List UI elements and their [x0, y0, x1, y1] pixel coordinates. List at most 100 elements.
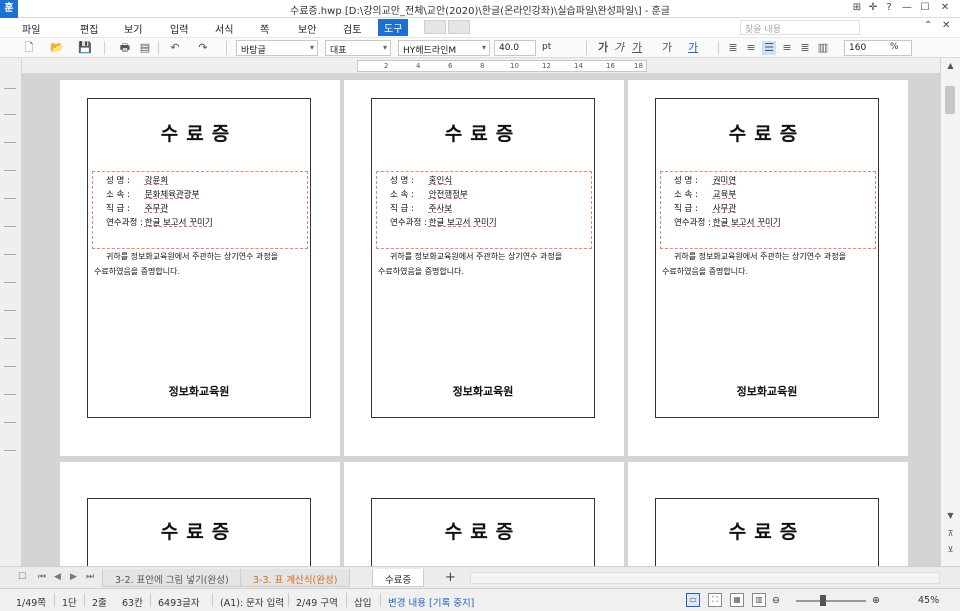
- horizontal-scrollbar[interactable]: [470, 572, 940, 584]
- redo-icon[interactable]: ↷: [196, 41, 210, 55]
- style-select[interactable]: 바탕글 ▾: [236, 40, 318, 56]
- menu-edit[interactable]: 편집: [80, 21, 98, 36]
- align-left-icon[interactable]: ≡: [744, 41, 758, 55]
- page-view-icon[interactable]: ▭: [686, 593, 700, 607]
- zoom-unit[interactable]: %: [890, 42, 899, 52]
- strikethrough-icon[interactable]: 가: [660, 41, 674, 55]
- page-5[interactable]: 수료증: [344, 462, 624, 566]
- menu-page[interactable]: 쪽: [260, 21, 269, 36]
- ruler-label: 16: [606, 62, 615, 70]
- zoom-slider[interactable]: [796, 600, 866, 602]
- align-right-icon[interactable]: ≡: [780, 41, 794, 55]
- page-6[interactable]: 수료증: [628, 462, 908, 566]
- window-title: 수료증.hwp [D:\강의교안_전체\교안(2020)\한글(온라인강좌)\실…: [290, 6, 670, 17]
- rank-label: 직 급 :: [674, 204, 698, 214]
- rank-label: 직 급 :: [390, 204, 414, 214]
- preview-icon[interactable]: ▤: [138, 41, 152, 55]
- maximize-button[interactable]: ☐: [918, 2, 932, 13]
- menu-table-tool-icon[interactable]: [448, 20, 470, 34]
- document-area[interactable]: 수료증 성 명 : 강윤희 소 속 : 문화체육관광부 직 급 : 주무관 연수…: [22, 74, 940, 566]
- dual-view-icon[interactable]: ▦: [730, 593, 744, 607]
- menu-review[interactable]: 검토: [343, 21, 361, 36]
- align-center-icon[interactable]: ☰: [762, 41, 776, 55]
- align-divide-icon[interactable]: ▥: [816, 41, 830, 55]
- page-2[interactable]: 수료증 성 명 : 홍인식 소 속 : 안전행정부 직 급 : 주사보 연수과정…: [344, 80, 624, 456]
- status-page[interactable]: 1/49쪽: [16, 595, 46, 609]
- underline-icon[interactable]: 가: [630, 41, 644, 55]
- tab-list-icon[interactable]: ☐: [18, 572, 26, 582]
- menu-insert[interactable]: 입력: [170, 21, 188, 36]
- open-icon[interactable]: 📂: [50, 41, 64, 55]
- close-doc-icon[interactable]: ✕: [942, 20, 950, 31]
- add-tab-button[interactable]: +: [445, 570, 456, 585]
- font-color-icon[interactable]: 가: [686, 41, 700, 55]
- course-row: 연수과정 : 한글 보고서 꾸미기: [674, 216, 781, 228]
- page-3[interactable]: 수료증 성 명 : 권미연 소 속 : 교육부 직 급 : 사무관 연수과정 :…: [628, 80, 908, 456]
- zoom-slider-knob[interactable]: [820, 595, 826, 606]
- tab-doc-2[interactable]: 3-3. 표 계산식(완성): [240, 569, 351, 587]
- undo-icon[interactable]: ↶: [168, 41, 182, 55]
- tab-doc-1[interactable]: 3-2. 표안에 그림 넣기(완성): [102, 569, 242, 587]
- save-icon[interactable]: 💾: [78, 41, 92, 55]
- menu-tools[interactable]: 도구: [378, 19, 409, 36]
- status-zoom[interactable]: 45%: [918, 595, 939, 606]
- page-4[interactable]: 수료증: [60, 462, 340, 566]
- search-input[interactable]: 찾을 내용: [740, 20, 860, 35]
- horizontal-ruler[interactable]: 2 4 6 8 10 12 14 16 18: [22, 58, 940, 74]
- page-1[interactable]: 수료증 성 명 : 강윤희 소 속 : 문화체육관광부 직 급 : 주무관 연수…: [60, 80, 340, 456]
- status-insert[interactable]: 삽입: [354, 595, 371, 609]
- move-icon[interactable]: ✛: [866, 2, 880, 13]
- certificate-title: 수료증: [160, 123, 238, 145]
- scroll-down-icon[interactable]: ▼: [944, 510, 957, 522]
- minimize-button[interactable]: —: [900, 2, 914, 13]
- vertical-scrollbar[interactable]: ▲ ▼ ⊼ ⊻: [940, 58, 960, 566]
- bold-icon[interactable]: 가: [596, 41, 610, 55]
- prev-tab-icon[interactable]: ◀: [54, 572, 61, 582]
- last-tab-icon[interactable]: ⏭: [86, 572, 94, 582]
- menu-file[interactable]: 파일: [22, 21, 40, 36]
- name-row: 성 명 : 강윤희: [106, 174, 168, 186]
- menu-view[interactable]: 보기: [124, 21, 142, 36]
- font-select[interactable]: HY헤드라인M ▾: [398, 40, 490, 56]
- scroll-thumb[interactable]: [945, 86, 955, 114]
- status-section[interactable]: 2/49 구역: [296, 595, 338, 609]
- dept-label: 소 속 :: [674, 190, 698, 200]
- language-select[interactable]: 대표 ▾: [325, 40, 391, 56]
- next-page-icon[interactable]: ⊻: [944, 544, 957, 556]
- zoom-input[interactable]: 160: [844, 40, 912, 56]
- print-icon[interactable]: 🖶: [118, 41, 132, 55]
- font-size-input[interactable]: 40.0: [494, 40, 536, 56]
- align-distribute-icon[interactable]: ≣: [798, 41, 812, 55]
- menu-security[interactable]: 보안: [298, 21, 316, 36]
- vertical-ruler[interactable]: [0, 58, 22, 566]
- zoom-in-icon[interactable]: ⊕: [872, 595, 880, 606]
- document-tab-bar: ☐ ⏮ ◀ ▶ ⏭ 3-2. 표안에 그림 넣기(완성) 3-3. 표 계산식(…: [0, 566, 960, 588]
- menu-format[interactable]: 서식: [215, 21, 233, 36]
- name-value: 홍인식: [428, 176, 453, 186]
- ruler-label: 10: [510, 62, 519, 70]
- font-size-unit[interactable]: pt: [542, 42, 551, 52]
- prev-page-icon[interactable]: ⊼: [944, 528, 957, 540]
- new-doc-icon[interactable]: 🗋: [22, 41, 36, 55]
- scroll-up-icon[interactable]: ▲: [944, 60, 957, 72]
- status-column: 1단: [62, 598, 77, 609]
- ruler-label: 12: [542, 62, 551, 70]
- layout-icon[interactable]: ⊞: [850, 2, 864, 13]
- collapse-ribbon-icon[interactable]: ⌃: [924, 20, 932, 31]
- chevron-down-icon: ▾: [481, 43, 486, 52]
- align-justify-icon[interactable]: ≣: [726, 41, 740, 55]
- close-button[interactable]: ✕: [938, 2, 952, 13]
- zoom-out-icon[interactable]: ⊖: [772, 595, 780, 606]
- full-view-icon[interactable]: ⛶: [708, 593, 722, 607]
- next-tab-icon[interactable]: ▶: [70, 572, 77, 582]
- italic-icon[interactable]: 가: [612, 41, 626, 55]
- dept-value: 교육부: [712, 190, 737, 200]
- ruler-scale[interactable]: 2 4 6 8 10 12 14 16 18: [357, 60, 647, 72]
- help-icon[interactable]: ?: [882, 2, 896, 13]
- status-track-changes[interactable]: 변경 내용 [기록 중지]: [388, 595, 474, 609]
- title-bar: 훈 수료증.hwp [D:\강의교안_전체\교안(2020)\한글(온라인강좌)…: [0, 0, 960, 18]
- menu-format-tool-icon[interactable]: [424, 20, 446, 34]
- multi-view-icon[interactable]: ▥: [752, 593, 766, 607]
- tab-doc-3[interactable]: 수료증: [372, 569, 425, 587]
- first-tab-icon[interactable]: ⏮: [38, 572, 46, 582]
